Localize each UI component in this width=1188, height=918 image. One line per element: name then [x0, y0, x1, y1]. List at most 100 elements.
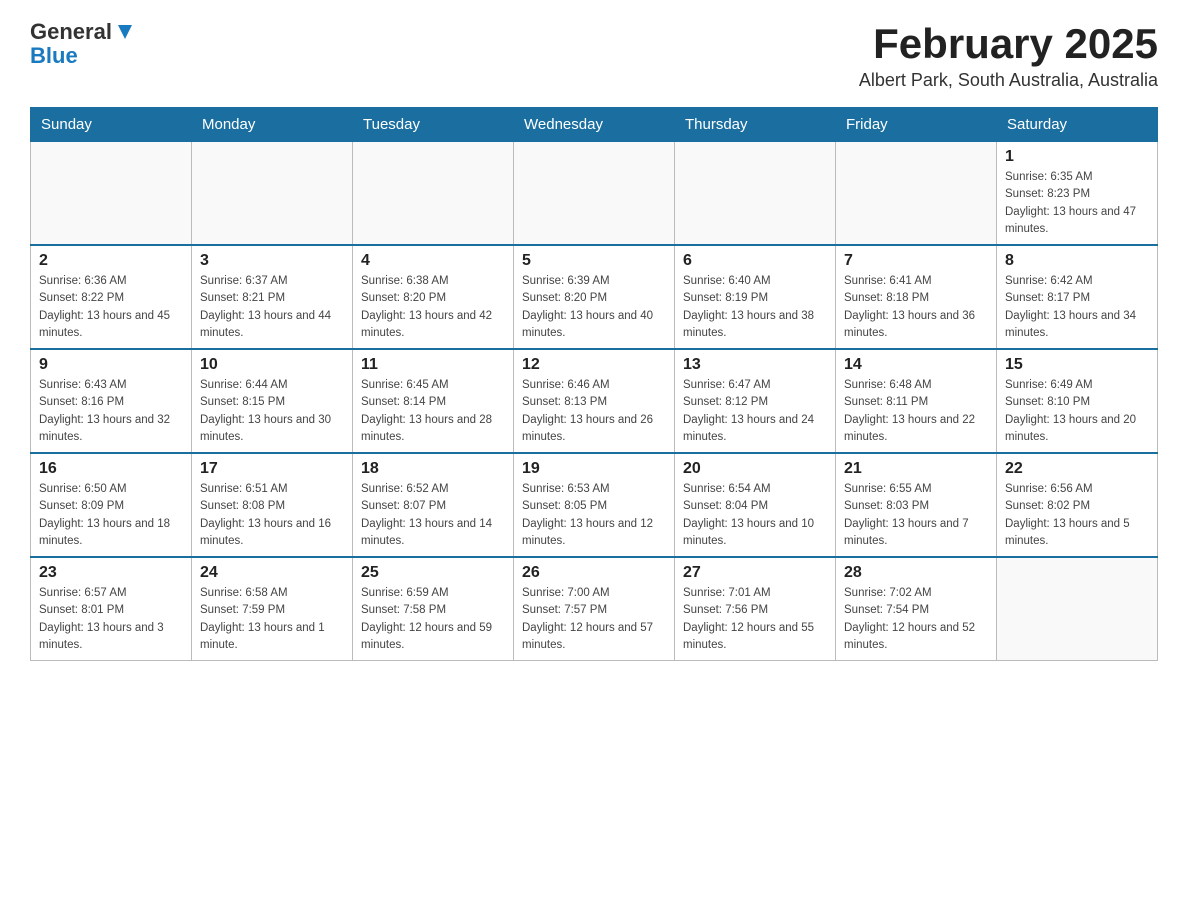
calendar-cell: 11Sunrise: 6:45 AM Sunset: 8:14 PM Dayli…: [353, 349, 514, 453]
calendar-cell: 10 Sunrise: 6:44 AM Sunset: 8:15 PM Dayli…: [192, 349, 353, 453]
day-info: Sunrise: 6:43 AM Sunset: 8:16 PM Dayligh…: [39, 377, 183, 446]
day-info: Sunrise: 6:36 AM Sunset: 8:22 PM Dayligh…: [39, 273, 183, 342]
day-info: Sunrise: 6:45 AM Sunset: 8:14 PM Dayligh…: [361, 377, 505, 446]
day-info: Sunrise: 6:50 AM Sunset: 8:09 PM Dayligh…: [39, 481, 183, 550]
calendar-cell: 9 Sunrise: 6:43 AM Sunset: 8:16 PM Daylig…: [31, 349, 192, 453]
day-number: 18: [361, 460, 505, 478]
day-number: 12: [522, 356, 666, 374]
calendar-cell: 13 Sunrise: 6:47 AM Sunset: 8:12 PM Dayli…: [675, 349, 836, 453]
calendar-cell: 25Sunrise: 6:59 AM Sunset: 7:58 PM Dayli…: [353, 557, 514, 661]
calendar-table: SundayMondayTuesdayWednesdayThursdayFrid…: [30, 107, 1158, 661]
day-number: 24: [200, 564, 344, 582]
weekday-header-monday: Monday: [192, 108, 353, 142]
calendar-cell: 14 Sunrise: 6:48 AM Sunset: 8:11 PM Dayli…: [836, 349, 997, 453]
day-number: 27: [683, 564, 827, 582]
calendar-cell: [997, 557, 1158, 661]
weekday-header-thursday: Thursday: [675, 108, 836, 142]
day-number: 5: [522, 252, 666, 270]
day-info: Sunrise: 6:44 AM Sunset: 8:15 PM Dayligh…: [200, 377, 344, 446]
day-number: 7: [844, 252, 988, 270]
day-number: 26: [522, 564, 666, 582]
day-info: Sunrise: 6:39 AM Sunset: 8:20 PM Dayligh…: [522, 273, 666, 342]
day-info: Sunrise: 6:40 AM Sunset: 8:19 PM Dayligh…: [683, 273, 827, 342]
day-number: 13: [683, 356, 827, 374]
calendar-cell: 24 Sunrise: 6:58 AM Sunset: 7:59 PM Dayli…: [192, 557, 353, 661]
day-info: Sunrise: 6:53 AM Sunset: 8:05 PM Dayligh…: [522, 481, 666, 550]
calendar-week-row: 2Sunrise: 6:36 AM Sunset: 8:22 PM Daylig…: [31, 245, 1158, 349]
title-section: February 2025 Albert Park, South Austral…: [859, 20, 1158, 91]
calendar-cell: 18 Sunrise: 6:52 AM Sunset: 8:07 PM Dayli…: [353, 453, 514, 557]
calendar-cell: 17Sunrise: 6:51 AM Sunset: 8:08 PM Dayli…: [192, 453, 353, 557]
day-info: Sunrise: 6:55 AM Sunset: 8:03 PM Dayligh…: [844, 481, 988, 550]
logo: General Blue: [30, 20, 136, 68]
calendar-week-row: 23 Sunrise: 6:57 AM Sunset: 8:01 PM Dayli…: [31, 557, 1158, 661]
day-info: Sunrise: 6:49 AM Sunset: 8:10 PM Dayligh…: [1005, 377, 1149, 446]
calendar-cell: 27 Sunrise: 7:01 AM Sunset: 7:56 PM Dayli…: [675, 557, 836, 661]
month-title: February 2025: [859, 20, 1158, 68]
calendar-cell: 3 Sunrise: 6:37 AM Sunset: 8:21 PM Daylig…: [192, 245, 353, 349]
day-info: Sunrise: 6:51 AM Sunset: 8:08 PM Dayligh…: [200, 481, 344, 550]
calendar-cell: [31, 142, 192, 246]
day-number: 1: [1005, 148, 1149, 166]
calendar-cell: 15 Sunrise: 6:49 AM Sunset: 8:10 PM Dayli…: [997, 349, 1158, 453]
day-info: Sunrise: 6:59 AM Sunset: 7:58 PM Dayligh…: [361, 585, 505, 654]
calendar-cell: [675, 142, 836, 246]
day-info: Sunrise: 6:41 AM Sunset: 8:18 PM Dayligh…: [844, 273, 988, 342]
logo-general: General: [30, 20, 112, 44]
day-info: Sunrise: 6:48 AM Sunset: 8:11 PM Dayligh…: [844, 377, 988, 446]
calendar-cell: 7 Sunrise: 6:41 AM Sunset: 8:18 PM Daylig…: [836, 245, 997, 349]
day-info: Sunrise: 7:01 AM Sunset: 7:56 PM Dayligh…: [683, 585, 827, 654]
day-number: 20: [683, 460, 827, 478]
logo-triangle-icon: [114, 21, 136, 43]
day-number: 10: [200, 356, 344, 374]
calendar-week-row: 16Sunrise: 6:50 AM Sunset: 8:09 PM Dayli…: [31, 453, 1158, 557]
day-number: 21: [844, 460, 988, 478]
weekday-header-tuesday: Tuesday: [353, 108, 514, 142]
calendar-cell: 20 Sunrise: 6:54 AM Sunset: 8:04 PM Dayli…: [675, 453, 836, 557]
calendar-cell: 22 Sunrise: 6:56 AM Sunset: 8:02 PM Dayli…: [997, 453, 1158, 557]
day-info: Sunrise: 6:47 AM Sunset: 8:12 PM Dayligh…: [683, 377, 827, 446]
day-number: 4: [361, 252, 505, 270]
calendar-cell: 2Sunrise: 6:36 AM Sunset: 8:22 PM Daylig…: [31, 245, 192, 349]
day-info: Sunrise: 6:58 AM Sunset: 7:59 PM Dayligh…: [200, 585, 344, 654]
day-info: Sunrise: 6:37 AM Sunset: 8:21 PM Dayligh…: [200, 273, 344, 342]
day-info: Sunrise: 6:54 AM Sunset: 8:04 PM Dayligh…: [683, 481, 827, 550]
calendar-cell: 8 Sunrise: 6:42 AM Sunset: 8:17 PM Daylig…: [997, 245, 1158, 349]
calendar-cell: 26 Sunrise: 7:00 AM Sunset: 7:57 PM Dayli…: [514, 557, 675, 661]
day-info: Sunrise: 6:42 AM Sunset: 8:17 PM Dayligh…: [1005, 273, 1149, 342]
day-number: 14: [844, 356, 988, 374]
day-info: Sunrise: 7:00 AM Sunset: 7:57 PM Dayligh…: [522, 585, 666, 654]
calendar-cell: [836, 142, 997, 246]
location-title: Albert Park, South Australia, Australia: [859, 70, 1158, 91]
day-number: 15: [1005, 356, 1149, 374]
weekday-header-wednesday: Wednesday: [514, 108, 675, 142]
calendar-cell: 28 Sunrise: 7:02 AM Sunset: 7:54 PM Dayli…: [836, 557, 997, 661]
calendar-cell: 12 Sunrise: 6:46 AM Sunset: 8:13 PM Dayli…: [514, 349, 675, 453]
weekday-header-row: SundayMondayTuesdayWednesdayThursdayFrid…: [31, 108, 1158, 142]
day-info: Sunrise: 7:02 AM Sunset: 7:54 PM Dayligh…: [844, 585, 988, 654]
day-number: 23: [39, 564, 183, 582]
day-info: Sunrise: 6:57 AM Sunset: 8:01 PM Dayligh…: [39, 585, 183, 654]
weekday-header-sunday: Sunday: [31, 108, 192, 142]
calendar-cell: 6 Sunrise: 6:40 AM Sunset: 8:19 PM Daylig…: [675, 245, 836, 349]
day-number: 8: [1005, 252, 1149, 270]
weekday-header-saturday: Saturday: [997, 108, 1158, 142]
day-info: Sunrise: 6:38 AM Sunset: 8:20 PM Dayligh…: [361, 273, 505, 342]
calendar-cell: 16Sunrise: 6:50 AM Sunset: 8:09 PM Dayli…: [31, 453, 192, 557]
calendar-week-row: 9 Sunrise: 6:43 AM Sunset: 8:16 PM Daylig…: [31, 349, 1158, 453]
calendar-week-row: 1 Sunrise: 6:35 AM Sunset: 8:23 PM Daylig…: [31, 142, 1158, 246]
calendar-cell: [514, 142, 675, 246]
calendar-cell: 1 Sunrise: 6:35 AM Sunset: 8:23 PM Daylig…: [997, 142, 1158, 246]
day-number: 22: [1005, 460, 1149, 478]
calendar-cell: 23 Sunrise: 6:57 AM Sunset: 8:01 PM Dayli…: [31, 557, 192, 661]
day-number: 3: [200, 252, 344, 270]
day-number: 6: [683, 252, 827, 270]
day-info: Sunrise: 6:46 AM Sunset: 8:13 PM Dayligh…: [522, 377, 666, 446]
day-number: 9: [39, 356, 183, 374]
day-info: Sunrise: 6:56 AM Sunset: 8:02 PM Dayligh…: [1005, 481, 1149, 550]
calendar-cell: [192, 142, 353, 246]
day-info: Sunrise: 6:52 AM Sunset: 8:07 PM Dayligh…: [361, 481, 505, 550]
day-info: Sunrise: 6:35 AM Sunset: 8:23 PM Dayligh…: [1005, 169, 1149, 238]
calendar-cell: [353, 142, 514, 246]
day-number: 28: [844, 564, 988, 582]
